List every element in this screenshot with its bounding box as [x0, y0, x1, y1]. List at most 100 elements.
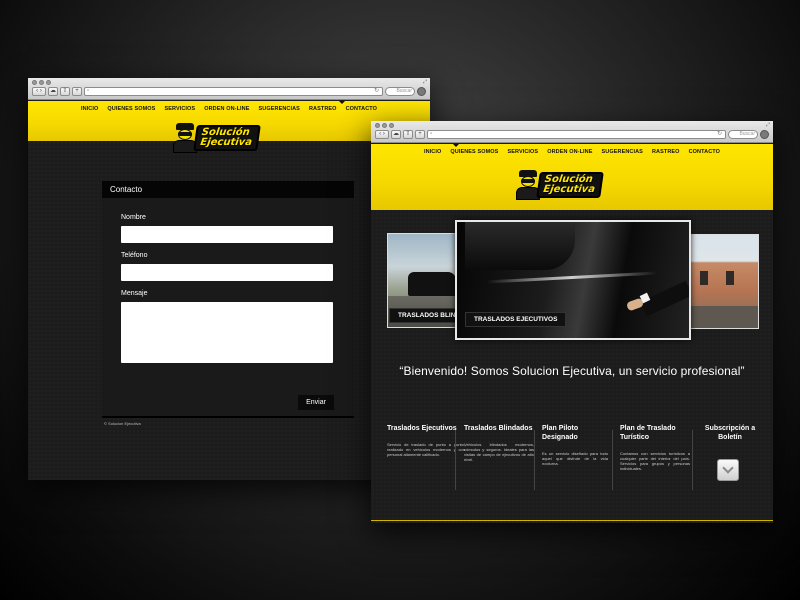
phone-field[interactable]: [121, 264, 333, 281]
service-divider: [534, 430, 535, 490]
icloud-icon[interactable]: ☁: [391, 130, 401, 139]
share-icon[interactable]: ⇧: [60, 87, 70, 96]
gear-icon[interactable]: [760, 130, 769, 139]
logo-wordmark: Solución Ejecutiva: [536, 172, 604, 198]
nav-quienes-somos[interactable]: QUIENES SOMOS: [107, 106, 155, 112]
gear-icon[interactable]: [417, 87, 426, 96]
slide-caption-armored: TRASLADOS BLINDADOS: [389, 308, 456, 323]
service-description: Contamos con servicios turísticos a cual…: [620, 451, 690, 471]
nav-inicio[interactable]: INICIO: [424, 149, 441, 155]
browser-toolbar: ⤢ ‹ › ☁ ⇧ + ▫ ↻ Buscar: [28, 78, 430, 100]
message-textarea[interactable]: [121, 302, 333, 363]
share-icon[interactable]: ⇧: [403, 130, 413, 139]
service-title: Plan Piloto Designado: [542, 425, 579, 441]
logo-line-2: Ejecutiva: [199, 137, 253, 148]
icloud-icon[interactable]: ☁: [48, 87, 58, 96]
new-tab-button[interactable]: +: [72, 87, 82, 96]
minimize-window-button[interactable]: [39, 80, 44, 85]
nav-servicios[interactable]: SERVICIOS: [507, 149, 538, 155]
phone-label: Teléfono: [121, 252, 148, 259]
name-label: Nombre: [121, 214, 146, 221]
active-nav-pointer: [453, 144, 459, 147]
send-button[interactable]: Enviar: [298, 395, 334, 410]
chevron-down-icon: [722, 462, 734, 474]
new-tab-button[interactable]: +: [415, 130, 425, 139]
service-description: Es un servicio diseñado para todo aquel …: [542, 451, 608, 466]
service-title: Plan de Traslado Turístico: [620, 425, 676, 441]
service-title: Traslados Ejecutivos: [387, 425, 457, 432]
slide-caption-executive: TRASLADOS EJECUTIVOS: [465, 312, 567, 327]
reload-icon[interactable]: ↻: [717, 131, 722, 138]
close-window-button[interactable]: [375, 123, 380, 128]
back-forward-button[interactable]: ‹ ›: [32, 87, 46, 96]
nav-rastreo[interactable]: RASTREO: [309, 106, 337, 112]
footer-divider: [371, 520, 773, 521]
welcome-message: “Bienvenido! Somos Solucion Ejecutiva, u…: [399, 364, 745, 378]
site-logo[interactable]: Solución Ejecutiva: [172, 123, 261, 153]
name-field[interactable]: [121, 226, 333, 243]
nav-rastreo[interactable]: RASTREO: [652, 149, 680, 155]
nav-sugerencias[interactable]: SUGERENCIAS: [259, 106, 300, 112]
service-title: Traslados Blindados: [464, 425, 533, 432]
nav-servicios[interactable]: SERVICIOS: [164, 106, 195, 112]
nav-orden-online[interactable]: ORDEN ON-LINE: [547, 149, 592, 155]
message-label: Mensaje: [121, 290, 148, 297]
browser-toolbar: ⤢ ‹ › ☁ ⇧ + ▫ ↻ Buscar: [371, 121, 773, 143]
service-designated-driver[interactable]: Plan Piloto Designado Es un servicio dis…: [542, 424, 608, 518]
nav-contacto[interactable]: CONTACTO: [346, 106, 377, 112]
browser-window-home: ⤢ ‹ › ☁ ⇧ + ▫ ↻ Buscar INICIO QUIENES SO…: [371, 121, 773, 523]
search-field[interactable]: Buscar: [728, 130, 758, 139]
home-site: INICIO QUIENES SOMOS SERVICIOS ORDEN ON-…: [371, 144, 773, 523]
service-armored[interactable]: Traslados Blindados Vehículos blindados …: [464, 424, 534, 518]
resize-icon[interactable]: ⤢: [766, 122, 770, 128]
page-icon: ▫: [87, 88, 90, 94]
nav-orden-online[interactable]: ORDEN ON-LINE: [204, 106, 249, 112]
service-divider: [692, 430, 693, 490]
site-header: INICIO QUIENES SOMOS SERVICIOS ORDEN ON-…: [371, 144, 773, 210]
service-divider: [455, 430, 456, 490]
active-nav-pointer: [339, 101, 345, 104]
address-bar[interactable]: ▫ ↻: [427, 130, 726, 139]
back-forward-button[interactable]: ‹ ›: [375, 130, 389, 139]
service-description: Vehículos blindados modernos, cómodos y …: [464, 442, 534, 462]
footer-divider: [102, 416, 354, 418]
service-executive[interactable]: Traslados Ejecutivos Servicio de traslad…: [387, 424, 465, 518]
services-section: Traslados Ejecutivos Servicio de traslad…: [371, 424, 773, 518]
minimize-window-button[interactable]: [382, 123, 387, 128]
newsletter-title: Subscripción a Boletín: [704, 425, 756, 441]
nav-contacto[interactable]: CONTACTO: [689, 149, 720, 155]
subscribe-button[interactable]: [717, 459, 739, 481]
reload-icon[interactable]: ↻: [374, 88, 379, 95]
main-nav: INICIO QUIENES SOMOS SERVICIOS ORDEN ON-…: [28, 101, 430, 112]
search-field[interactable]: Buscar: [385, 87, 415, 96]
nav-inicio[interactable]: INICIO: [81, 106, 98, 112]
contact-site: INICIO QUIENES SOMOS SERVICIOS ORDEN ON-…: [28, 101, 430, 480]
address-bar[interactable]: ▫ ↻: [84, 87, 383, 96]
window-controls: [32, 80, 51, 85]
slide-armored[interactable]: TRASLADOS BLINDADOS: [387, 233, 457, 328]
zoom-window-button[interactable]: [46, 80, 51, 85]
close-window-button[interactable]: [32, 80, 37, 85]
slide-tourism[interactable]: [689, 234, 759, 329]
logo-wordmark: Solución Ejecutiva: [193, 125, 261, 151]
hand-opening-door-image: [625, 297, 645, 312]
copyright-text: © Solucion Ejecutiva: [104, 421, 141, 426]
nav-sugerencias[interactable]: SUGERENCIAS: [602, 149, 643, 155]
service-tourism[interactable]: Plan de Traslado Turístico Contamos con …: [620, 424, 690, 518]
window-controls: [375, 123, 394, 128]
browser-window-contact: ⤢ ‹ › ☁ ⇧ + ▫ ↻ Buscar INICIO QUIENES SO…: [28, 78, 430, 480]
page-icon: ▫: [430, 131, 433, 137]
slide-executive[interactable]: TRASLADOS EJECUTIVOS: [455, 220, 691, 340]
suv-image: [408, 272, 456, 296]
page-title: Contacto: [102, 181, 354, 198]
site-header: INICIO QUIENES SOMOS SERVICIOS ORDEN ON-…: [28, 101, 430, 153]
logo-line-2: Ejecutiva: [542, 184, 596, 195]
contact-form: Nombre Teléfono Mensaje Enviar: [102, 198, 354, 416]
nav-quienes-somos[interactable]: QUIENES SOMOS: [450, 149, 498, 155]
service-description: Servicio de traslado de punto a punto, r…: [387, 442, 465, 457]
site-logo[interactable]: Solución Ejecutiva: [515, 170, 604, 200]
main-nav: INICIO QUIENES SOMOS SERVICIOS ORDEN ON-…: [371, 144, 773, 155]
zoom-window-button[interactable]: [389, 123, 394, 128]
service-divider: [612, 430, 613, 490]
resize-icon[interactable]: ⤢: [423, 79, 427, 85]
